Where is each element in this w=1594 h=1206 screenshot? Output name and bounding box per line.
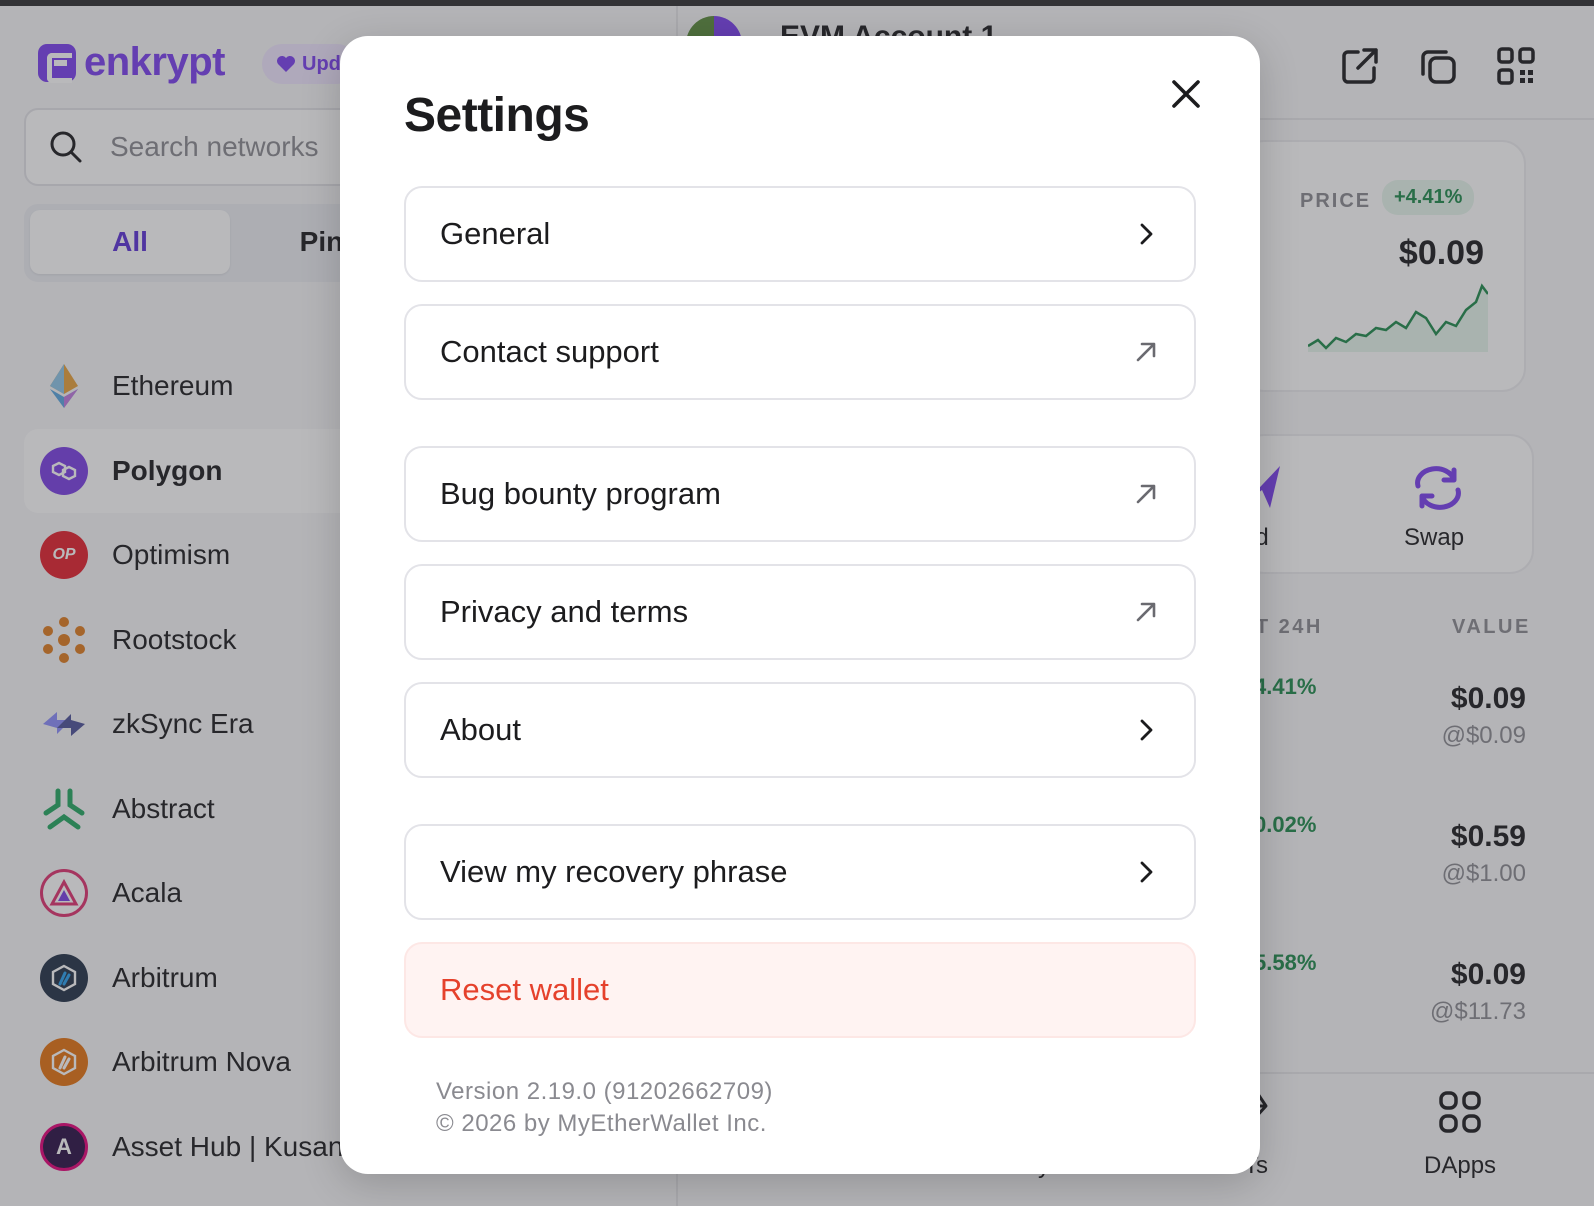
settings-item-bug-bounty[interactable]: Bug bounty program bbox=[404, 446, 1196, 542]
version-info: Version 2.19.0 (91202662709) © 2026 by M… bbox=[436, 1076, 773, 1140]
reset-wallet-button[interactable]: Reset wallet bbox=[404, 942, 1196, 1038]
chevron-right-icon bbox=[1140, 223, 1153, 245]
close-icon[interactable] bbox=[1164, 72, 1208, 116]
settings-item-privacy-terms[interactable]: Privacy and terms bbox=[404, 564, 1196, 660]
reset-wallet-label: Reset wallet bbox=[440, 972, 609, 1007]
chevron-right-icon bbox=[1140, 861, 1153, 883]
chevron-right-icon bbox=[1140, 719, 1153, 741]
settings-item-recovery-phrase[interactable]: View my recovery phrase bbox=[404, 824, 1196, 920]
settings-item-label: General bbox=[440, 216, 551, 251]
version-text: Version 2.19.0 (91202662709) bbox=[436, 1078, 773, 1105]
settings-item-general[interactable]: General bbox=[404, 186, 1196, 282]
settings-item-label: Privacy and terms bbox=[440, 594, 689, 629]
settings-item-contact-support[interactable]: Contact support bbox=[404, 304, 1196, 400]
settings-item-about[interactable]: About bbox=[404, 682, 1196, 778]
external-arrow-icon bbox=[1136, 342, 1156, 362]
settings-item-label: About bbox=[440, 712, 522, 747]
settings-item-label: Bug bounty program bbox=[440, 476, 721, 511]
modal-title: Settings bbox=[404, 89, 590, 142]
settings-item-label: View my recovery phrase bbox=[440, 854, 788, 889]
external-arrow-icon bbox=[1136, 602, 1156, 622]
external-arrow-icon bbox=[1136, 484, 1156, 504]
settings-item-label: Contact support bbox=[440, 334, 659, 369]
settings-modal: Settings General Contact support Bug bou… bbox=[340, 36, 1260, 1174]
copyright-text: © 2026 by MyEtherWallet Inc. bbox=[436, 1110, 767, 1137]
